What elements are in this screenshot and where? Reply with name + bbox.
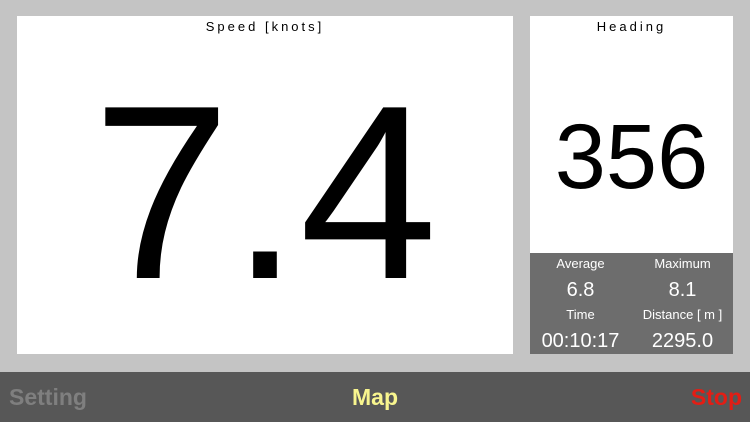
map-button[interactable]: Map: [352, 384, 398, 410]
setting-button[interactable]: Setting: [9, 372, 87, 422]
bottom-toolbar: Setting Map Stop: [0, 372, 750, 422]
heading-value: 356: [554, 106, 709, 208]
speed-value: 7.4: [92, 53, 438, 331]
average-stat: Average 6.8: [530, 256, 631, 302]
average-label: Average: [556, 256, 605, 271]
heading-title: Heading: [596, 19, 667, 34]
maximum-label: Maximum: [654, 256, 711, 271]
distance-value: 2295.0: [651, 330, 714, 352]
heading-panel: Heading 356: [530, 16, 733, 253]
distance-stat: Distance [ m ] 2295.0: [632, 307, 733, 353]
stop-button[interactable]: Stop: [691, 372, 742, 422]
speed-title: Speed [knots]: [205, 19, 325, 34]
maximum-stat: Maximum 8.1: [632, 256, 733, 302]
distance-label: Distance [ m ]: [642, 307, 723, 322]
maximum-value: 8.1: [668, 279, 697, 301]
time-value: 00:10:17: [541, 330, 620, 352]
average-value: 6.8: [566, 279, 595, 301]
map-button-container: Map: [0, 372, 750, 422]
time-stat: Time 00:10:17: [530, 307, 631, 353]
speed-panel: Speed [knots] 7.4: [17, 16, 513, 354]
stats-panel: Average 6.8 Maximum 8.1 Time 00:10:17 Di…: [530, 253, 733, 354]
time-label: Time: [566, 307, 595, 322]
